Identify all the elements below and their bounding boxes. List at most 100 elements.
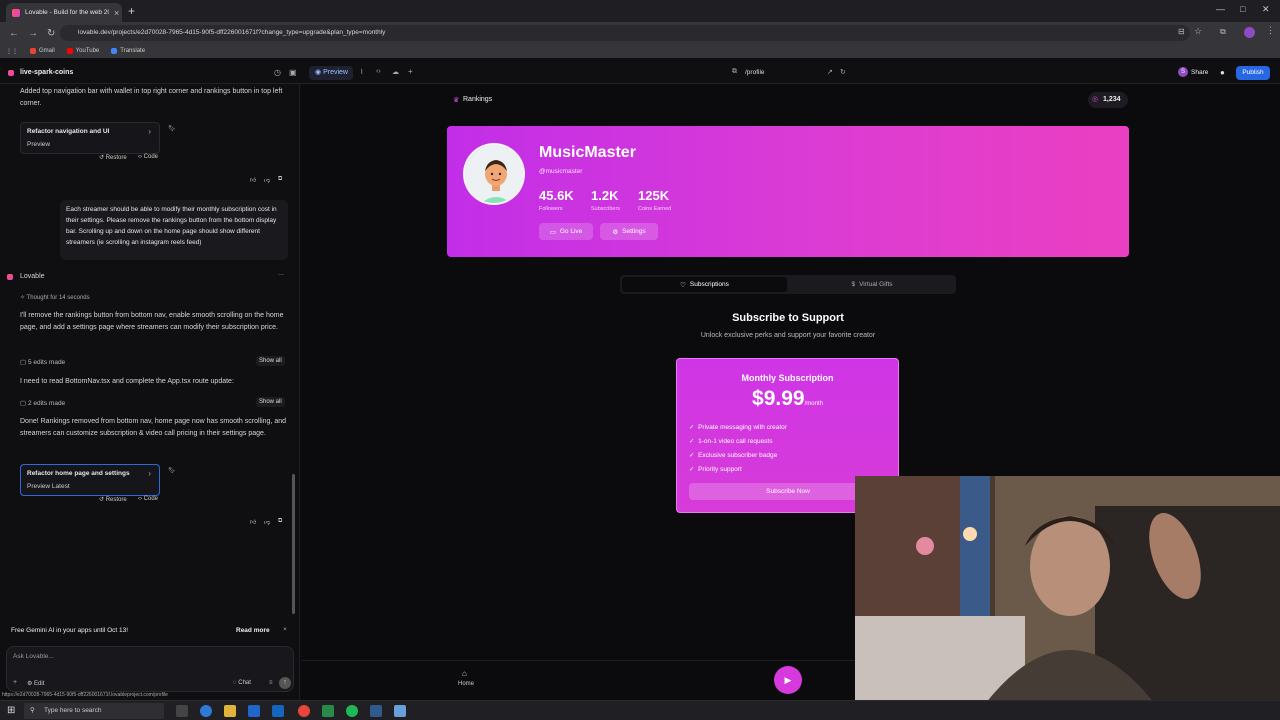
version-title: Refactor home page and settings <box>27 470 130 477</box>
thumbs-up-icon[interactable]: 👍︎ <box>250 518 256 526</box>
bookmark-star-icon[interactable]: ☆ <box>1194 26 1202 37</box>
tab-virtual-gifts[interactable]: $ Virtual Gifts <box>790 277 954 292</box>
plan-feature: ✓ 1-on-1 video call requests <box>689 438 773 445</box>
version-card-home-settings[interactable]: Refactor home page and settings › Previe… <box>20 464 160 496</box>
edit-mode-button[interactable]: ⚙ Edit <box>27 680 44 687</box>
assistant-reply: Done! Rankings removed from bottom nav, … <box>20 418 287 437</box>
cloud-icon[interactable]: ☁ <box>392 68 399 76</box>
code-button[interactable]: ‹› Code <box>138 154 158 160</box>
chrome-icon[interactable] <box>298 705 310 717</box>
file-explorer-icon[interactable] <box>224 705 236 717</box>
subscribers-count: 1.2K <box>591 188 619 203</box>
taskbar-search[interactable]: ⚲ Type here to search <box>24 703 164 719</box>
voice-icon[interactable]: ≡ <box>269 680 273 686</box>
creator-avatar <box>463 143 525 205</box>
gmail-icon <box>30 48 36 54</box>
trophy-icon[interactable]: ♛ <box>453 96 459 104</box>
assistant-reply: I need to read BottomNav.tsx and complet… <box>20 378 234 385</box>
user-avatar[interactable]: S <box>1178 67 1188 77</box>
bookmark-youtube[interactable]: YouTube <box>66 48 99 54</box>
settings-button[interactable]: ⚙ Settings <box>600 223 658 240</box>
go-live-button[interactable]: ▭ Go Live <box>539 223 593 240</box>
apps-icon[interactable]: ⋮⋮ <box>6 48 18 55</box>
browser-tab[interactable]: Lovable - Build for the web 20x × <box>6 3 122 22</box>
minimize-icon[interactable]: — <box>1216 4 1225 14</box>
bookmark-translate[interactable]: Translate <box>111 48 145 54</box>
code-icon[interactable]: ‹› <box>376 68 381 75</box>
go-live-fab[interactable]: ▶ <box>774 666 802 694</box>
more-icon[interactable]: ··· <box>278 272 284 278</box>
reload-icon[interactable]: ↻ <box>47 28 55 39</box>
share-button[interactable]: Share <box>1191 69 1208 76</box>
maximize-icon[interactable]: □ <box>1240 4 1245 14</box>
thumbs-down-icon[interactable]: 👎︎ <box>264 518 270 526</box>
url-input[interactable]: lovable.dev/projects/e2d70028-7965-4d15-… <box>60 25 1190 41</box>
chart-icon[interactable]: ⌇ <box>360 68 363 76</box>
home-icon[interactable]: ⌂ <box>462 669 467 678</box>
edits-summary[interactable]: ▢ 2 edits made <box>20 399 65 407</box>
menu-icon[interactable]: ⋮ <box>1266 25 1275 36</box>
plan-feature: ✓ Private messaging with creator <box>689 424 787 431</box>
project-name[interactable]: live-spark-coins <box>20 69 73 76</box>
bookmark-gmail[interactable]: Gmail <box>30 48 55 54</box>
show-all-button[interactable]: Show all <box>256 397 285 407</box>
thumbs-down-icon[interactable]: 👎︎ <box>264 176 270 184</box>
outlook-icon[interactable] <box>272 705 284 717</box>
spotify-icon[interactable] <box>346 705 358 717</box>
edge-icon[interactable] <box>200 705 212 717</box>
wallet-badge[interactable]: ◎ 1,234 <box>1088 92 1128 108</box>
subscribe-title: Subscribe to Support <box>732 312 844 324</box>
task-view-icon[interactable] <box>176 705 188 717</box>
windows-start-icon[interactable]: ⊞ <box>7 705 15 716</box>
add-icon[interactable]: + <box>408 67 413 76</box>
preview-tab[interactable]: ◉ Preview <box>309 66 353 80</box>
history-icon[interactable]: ◷ <box>274 68 281 77</box>
bookmark-icon[interactable]: 🔖︎ <box>168 125 176 132</box>
install-icon[interactable]: ⊟ <box>1178 27 1185 36</box>
open-external-icon[interactable]: ↗ <box>827 68 833 76</box>
sidebar-toggle-icon[interactable]: ▣ <box>289 68 297 77</box>
chat-input[interactable]: Ask Lovable... + ⚙ Edit ◌ Chat ≡ ↑ <box>6 646 294 692</box>
chat-scrollbar[interactable] <box>292 474 295 614</box>
read-more-link[interactable]: Read more <box>236 627 270 634</box>
edits-summary[interactable]: ▢ 5 edits made <box>20 358 65 366</box>
os-taskbar: ⊞ ⚲ Type here to search <box>0 700 1280 720</box>
attach-icon[interactable]: + <box>13 679 17 686</box>
version-card-navigation[interactable]: Refactor navigation and UI › Preview <box>20 122 160 154</box>
code-button[interactable]: ‹› Code <box>138 496 158 502</box>
restore-button[interactable]: ↺ Restore <box>99 154 127 161</box>
close-tab-icon[interactable]: × <box>114 8 119 18</box>
app-icon[interactable] <box>322 705 334 717</box>
thought-status[interactable]: ✧ Thought for 14 seconds <box>20 294 90 301</box>
github-icon[interactable]: ● <box>1220 68 1225 77</box>
show-all-button[interactable]: Show all <box>256 356 285 366</box>
new-tab-icon[interactable]: + <box>128 4 135 18</box>
chevron-right-icon: › <box>148 127 151 136</box>
profile-avatar[interactable] <box>1244 27 1255 38</box>
thumbs-up-icon[interactable]: 👍︎ <box>250 176 256 184</box>
tab-subscriptions[interactable]: ♡ Subscriptions <box>622 277 787 292</box>
close-icon[interactable]: × <box>283 626 287 633</box>
refresh-preview-icon[interactable]: ↻ <box>840 68 846 76</box>
steam-icon[interactable] <box>370 705 382 717</box>
copy-icon[interactable]: ⧉ <box>278 176 282 183</box>
ask-input[interactable]: Ask Lovable... <box>13 653 54 660</box>
subscription-tabs: ♡ Subscriptions $ Virtual Gifts <box>620 275 956 294</box>
version-preview-link[interactable]: Preview Latest <box>27 483 70 490</box>
restore-button[interactable]: ↺ Restore <box>99 496 127 503</box>
extensions-icon[interactable]: ⧉ <box>1220 27 1226 37</box>
chat-mode-button[interactable]: ◌ Chat <box>233 680 251 686</box>
version-preview-link[interactable]: Preview <box>27 141 50 148</box>
notepad-icon[interactable] <box>394 705 406 717</box>
mail-icon[interactable] <box>248 705 260 717</box>
publish-button[interactable]: Publish <box>1236 66 1270 80</box>
route-input[interactable]: /profile <box>745 69 765 76</box>
copy-icon[interactable]: ⧉ <box>278 518 282 525</box>
send-button[interactable]: ↑ <box>279 677 291 689</box>
forward-icon[interactable]: → <box>28 28 38 39</box>
close-window-icon[interactable]: ✕ <box>1262 4 1270 15</box>
bookmark-icon[interactable]: 🔖︎ <box>168 467 176 474</box>
back-icon[interactable]: ← <box>9 28 19 39</box>
nav-home-label[interactable]: Home <box>458 681 474 687</box>
rankings-button[interactable]: Rankings <box>463 96 492 103</box>
